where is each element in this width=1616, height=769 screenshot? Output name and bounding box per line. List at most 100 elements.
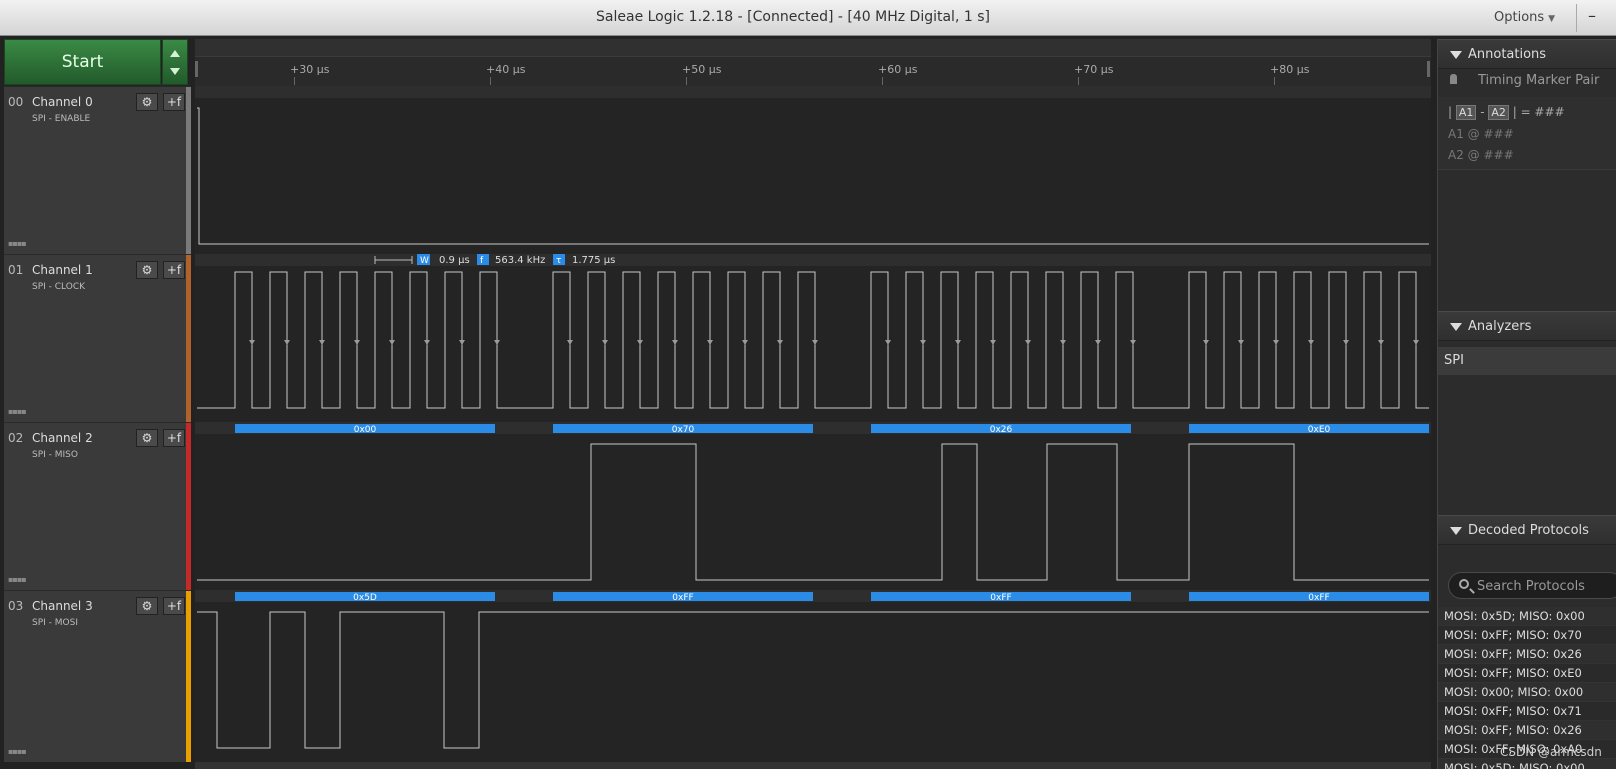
channel-name[interactable]: Channel 0 — [32, 95, 93, 109]
tick-label: +70 µs — [1074, 63, 1114, 76]
ruler-right-handle[interactable] — [1427, 61, 1430, 77]
arrow-down-icon — [170, 68, 180, 75]
tick-mark — [882, 77, 883, 85]
list-item[interactable]: MOSI: 0x5D; MISO: 0x00 — [1438, 759, 1616, 769]
decoded-protocols-header[interactable]: Decoded Protocols — [1438, 515, 1616, 545]
clock-edge-arrow — [1238, 340, 1244, 345]
channel-row-3[interactable]: 03 Channel 3 SPI - MOSI ⚙ +f ▪▪▪▪ — [4, 590, 191, 762]
decode-value: 0xFF — [672, 593, 693, 603]
list-item[interactable]: MOSI: 0xFF; MISO: 0x71 — [1438, 702, 1616, 721]
channel-3-trace — [197, 611, 1429, 749]
decode-value: 0xFF — [990, 593, 1011, 603]
clock-edge-arrow — [812, 340, 818, 345]
a1-chip[interactable]: A1 — [1455, 105, 1477, 120]
drag-grip-icon[interactable]: ▪▪▪▪ — [8, 239, 27, 248]
channel-name[interactable]: Channel 2 — [32, 431, 93, 445]
minimize-button[interactable]: – — [1588, 6, 1596, 25]
a1-label: A1 — [1448, 127, 1464, 141]
clock-edge-arrow — [459, 340, 465, 345]
channel-row-2[interactable]: 02 Channel 2 SPI - MISO ⚙ +f ▪▪▪▪ — [4, 422, 191, 590]
frequency-value: 563.4 kHz — [495, 255, 545, 266]
channel-settings-button[interactable]: ⚙ — [136, 429, 158, 447]
channel-settings-button[interactable]: ⚙ — [136, 597, 158, 615]
clock-edge-arrow — [249, 340, 255, 345]
channel-color-strip — [186, 591, 191, 762]
drag-grip-icon[interactable]: ▪▪▪▪ — [8, 407, 27, 416]
tick-mark — [490, 77, 491, 85]
list-item[interactable]: MOSI: 0xFF; MISO: 0x26 — [1438, 645, 1616, 664]
channel-name[interactable]: Channel 3 — [32, 599, 93, 613]
clock-edge-arrow — [284, 340, 290, 345]
a2-row: A2 @ ### — [1448, 148, 1514, 162]
channel-2-trace — [197, 443, 1429, 581]
clock-edge-arrow — [1378, 340, 1384, 345]
clock-edge-arrow — [707, 340, 713, 345]
timing-marker-pair[interactable]: Timing Marker Pair — [1438, 70, 1616, 96]
clock-edge-arrow — [1413, 340, 1419, 345]
decode-value: 0x5D — [353, 593, 377, 603]
arrow-up-icon — [170, 50, 180, 57]
waveform-area[interactable]: W 0.9 µs f 563.4 kHz τ 1.775 µs 0x00 0x7… — [195, 86, 1431, 762]
clock-edge-arrow — [602, 340, 608, 345]
decode-value: 0x70 — [672, 425, 695, 435]
channel-subtitle: SPI - CLOCK — [32, 282, 86, 292]
collapse-triangle-icon — [1450, 527, 1462, 535]
add-trigger-button[interactable]: +f — [163, 429, 185, 447]
search-protocols-box[interactable] — [1448, 572, 1616, 599]
start-options-arrows[interactable] — [162, 39, 188, 85]
horizontal-scrollbar[interactable] — [195, 762, 1431, 769]
tick-label: +60 µs — [878, 63, 918, 76]
tick-mark — [294, 77, 295, 85]
channel-subtitle: SPI - MOSI — [32, 618, 78, 628]
timeline-ruler[interactable]: +30 µs +40 µs +50 µs +60 µs +70 µs +80 µ… — [195, 39, 1431, 86]
analyzers-header[interactable]: Analyzers — [1438, 311, 1616, 341]
period-label: τ — [556, 256, 561, 266]
add-trigger-button[interactable]: +f — [163, 93, 185, 111]
clock-edge-arrow — [990, 340, 996, 345]
channel-row-1[interactable]: 01 Channel 1 SPI - CLOCK ⚙ +f ▪▪▪▪ — [4, 254, 191, 422]
clock-edge-arrow — [955, 340, 961, 345]
ruler-left-handle[interactable] — [195, 61, 198, 77]
timing-marker-pair-label: Timing Marker Pair — [1478, 73, 1600, 88]
tick-label: +30 µs — [290, 63, 330, 76]
marker-diff-value: = ### — [1520, 105, 1565, 119]
marker-diff-row: | A1 - A2 | = ### — [1448, 105, 1565, 120]
drag-grip-icon[interactable]: ▪▪▪▪ — [8, 575, 27, 584]
annotations-header[interactable]: Annotations — [1438, 39, 1616, 69]
options-menu[interactable]: Options ▼ — [1494, 10, 1555, 25]
list-item[interactable]: MOSI: 0xFF; MISO: 0x26 — [1438, 721, 1616, 740]
add-trigger-button[interactable]: +f — [163, 597, 185, 615]
a2-value: @ ### — [1467, 148, 1514, 162]
watermark-text: CSDN @armcsdn — [1500, 745, 1602, 759]
channel-row-0[interactable]: 00 Channel 0 SPI - ENABLE ⚙ +f ▪▪▪▪ — [4, 86, 191, 254]
search-protocols-input[interactable] — [1477, 576, 1616, 596]
analyzer-item-spi[interactable]: SPI — [1438, 347, 1616, 375]
drag-grip-icon[interactable]: ▪▪▪▪ — [8, 747, 27, 756]
clock-edge-arrow — [1308, 340, 1314, 345]
list-item[interactable]: MOSI: 0x00; MISO: 0x00 — [1438, 683, 1616, 702]
start-button[interactable]: Start — [4, 39, 161, 85]
clock-edge-arrow — [567, 340, 573, 345]
channel-number: 00 — [8, 95, 24, 109]
clock-edge-markers — [249, 340, 1419, 345]
annotation-values: | A1 - A2 | = ### A1 @ ### A2 @ ### — [1438, 97, 1616, 170]
channel-settings-button[interactable]: ⚙ — [136, 93, 158, 111]
channel-name[interactable]: Channel 1 — [32, 263, 93, 277]
clock-edge-arrow — [1025, 340, 1031, 345]
title-bar: Saleae Logic 1.2.18 - [Connected] - [40 … — [0, 0, 1616, 36]
decode-value: 0xFF — [1308, 593, 1329, 603]
add-trigger-button[interactable]: +f — [163, 261, 185, 279]
timeline-overview-strip[interactable] — [195, 39, 1431, 57]
channel-settings-button[interactable]: ⚙ — [136, 261, 158, 279]
a2-chip[interactable]: A2 — [1488, 105, 1509, 120]
clock-edge-arrow — [637, 340, 643, 345]
decoded-protocols-title: Decoded Protocols — [1468, 523, 1589, 538]
channel-subtitle: SPI - MISO — [32, 450, 78, 460]
list-item[interactable]: MOSI: 0xFF; MISO: 0xE0 — [1438, 664, 1616, 683]
tick-label: +50 µs — [682, 63, 722, 76]
tick-label: +40 µs — [486, 63, 526, 76]
tick-mark — [1274, 77, 1275, 85]
list-item[interactable]: MOSI: 0x5D; MISO: 0x00 — [1438, 607, 1616, 626]
list-item[interactable]: MOSI: 0xFF; MISO: 0x70 — [1438, 626, 1616, 645]
channel-0-decode-strip — [195, 86, 1431, 98]
